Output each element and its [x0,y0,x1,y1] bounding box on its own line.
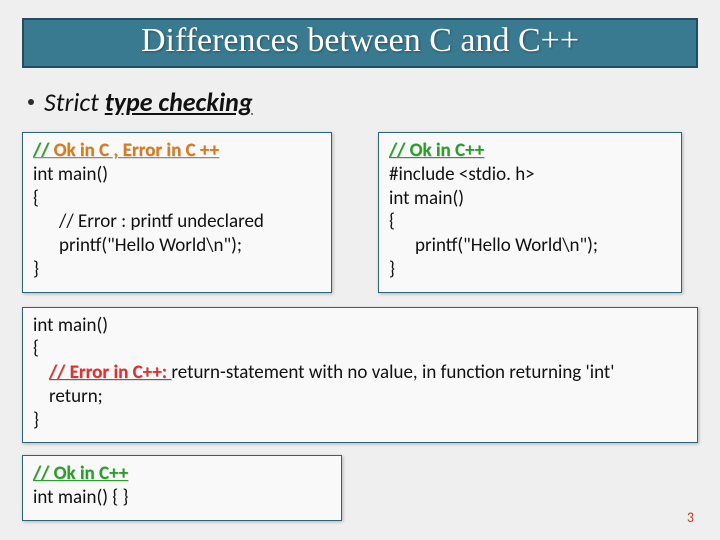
code-box-return-error: int main() { // Error in C++: return-sta… [22,307,698,444]
box1-l3: // Error : printf undeclared [33,210,321,234]
box1-l1: int main() [33,163,321,187]
box3-err-post: return-statement with no value, in funct… [171,361,614,384]
bullet-item: Strict type checking [28,86,698,118]
box2-l1: #include <stdio. h> [389,163,671,187]
box2-header: // Ok in C++ [389,139,671,163]
box3-l2: { [33,337,687,361]
code-box-cpp-ok: // Ok in C++ #include <stdio. h> int mai… [378,132,682,293]
box2-l3: { [389,210,671,234]
box2-l5: } [389,258,671,282]
box1-l5: } [33,258,321,282]
box3-error-line: // Error in C++: return-statement with n… [33,361,687,385]
box3-err-pre: // Error [49,361,113,384]
box2-hdr-rest: Ok in C++ [410,139,485,162]
bullet-emph: type checking [105,86,253,118]
box2-l4: printf("Hello World\n"); [389,234,671,258]
slide-title: Differences between C and C++ [34,22,686,60]
box3-l1: int main() [33,314,687,338]
bullet-text: Strict type checking [44,86,253,118]
bullet-icon [28,99,34,105]
box1-l4: printf("Hello World\n"); [33,234,321,258]
box4-header: // Ok in C++ [33,462,331,486]
box2-hdr-pre: // [389,139,410,162]
slide-title-box: Differences between C and C++ [22,18,698,68]
box4-l1: int main() { } [33,486,331,510]
two-column-row: // Ok in C , Error in C ++ int main() { … [22,132,698,293]
box2-l2: int main() [389,187,671,211]
box1-l2: { [33,187,321,211]
box3-l4: return; [33,385,687,409]
box1-hdr-pre: // [33,139,54,162]
box4-hdr-pre: // [33,462,54,485]
bullet-pre: Strict [44,86,105,118]
box3-l5: } [33,409,687,433]
code-box-c-error: // Ok in C , Error in C ++ int main() { … [22,132,332,293]
code-box-empty-main: // Ok in C++ int main() { } [22,455,342,521]
box3-err-mid: in C++: [113,361,171,384]
box1-header: // Ok in C , Error in C ++ [33,139,321,163]
box4-hdr-rest: Ok in C++ [54,462,129,485]
box1-hdr-rest: Ok in C , Error in C ++ [54,139,219,162]
page-number: 3 [687,509,694,526]
